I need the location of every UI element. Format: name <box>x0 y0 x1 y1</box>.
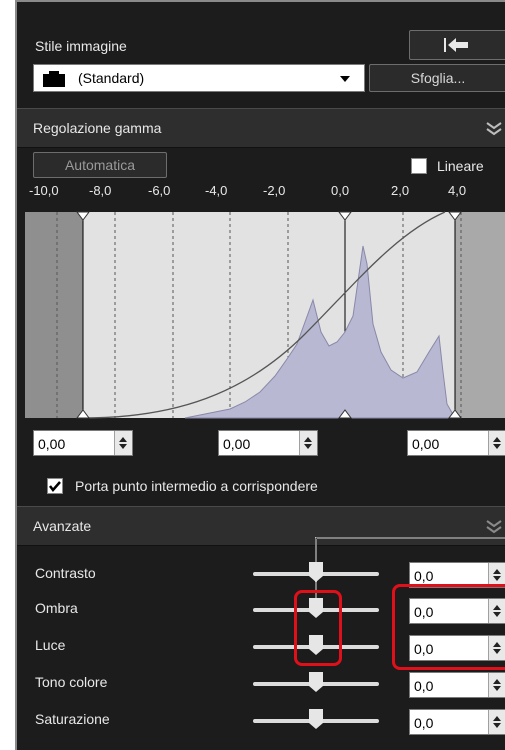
color-tone-slider-thumb[interactable] <box>309 672 323 692</box>
axis-tick: 0,0 <box>331 183 350 198</box>
collapse-chevron-icon[interactable] <box>485 121 503 137</box>
shadow-label: Ombra <box>35 600 78 616</box>
saturation-label: Saturazione <box>35 711 110 727</box>
reset-style-button[interactable] <box>409 30 505 60</box>
style-title: Stile immagine <box>35 38 127 54</box>
contrast-label: Contrasto <box>35 565 96 581</box>
camera-icon <box>43 71 65 87</box>
spin-arrows-icon[interactable] <box>488 673 505 697</box>
spin-arrows-icon[interactable] <box>299 431 317 455</box>
axis-tick: -4,0 <box>205 183 228 198</box>
spin-arrows-icon[interactable] <box>488 431 505 455</box>
browse-button[interactable]: Sfoglia... <box>369 64 505 92</box>
advanced-title: Avanzate <box>33 518 92 534</box>
linear-checkbox[interactable] <box>411 158 427 174</box>
black-point-field[interactable]: 0,00 <box>33 430 133 456</box>
gamma-histogram-chart[interactable] <box>25 204 505 426</box>
auto-button[interactable]: Automatica <box>33 152 167 178</box>
axis-tick: -8,0 <box>89 183 112 198</box>
color-tone-field[interactable]: 0,0 <box>409 672 505 698</box>
picture-style-select[interactable]: (Standard) <box>33 64 365 92</box>
checkmark-icon <box>49 481 61 492</box>
midpoint-label: Porta punto intermedio a corrispondere <box>75 478 318 494</box>
image-settings-panel: Stile immagine (Standard) Sfoglia... Reg… <box>15 0 505 750</box>
highlight-label: Luce <box>35 637 66 653</box>
field-highlight-box <box>392 584 505 670</box>
axis-tick: 4,0 <box>448 183 467 198</box>
color-tone-label: Tono colore <box>35 674 108 690</box>
gamma-title: Regolazione gamma <box>33 120 162 136</box>
saturation-slider-thumb[interactable] <box>309 709 323 729</box>
midpoint-checkbox[interactable] <box>47 478 63 494</box>
axis-tick: -10,0 <box>29 183 59 198</box>
spin-arrows-icon[interactable] <box>488 710 505 734</box>
linear-label: Lineare <box>437 158 484 174</box>
spin-arrows-icon[interactable] <box>114 431 132 455</box>
midpoint-field[interactable]: 0,00 <box>218 430 318 456</box>
thumb-highlight-box <box>294 590 342 666</box>
saturation-field[interactable]: 0,0 <box>409 709 505 735</box>
undo-arrow-icon <box>444 38 468 52</box>
axis-tick: -6,0 <box>148 183 171 198</box>
white-point-field[interactable]: 0,00 <box>407 430 505 456</box>
gamma-section-header[interactable]: Regolazione gamma <box>17 108 505 148</box>
picture-style-value: (Standard) <box>78 70 145 86</box>
axis-tick: -2,0 <box>263 183 286 198</box>
axis-tick: 2,0 <box>391 183 410 198</box>
chevron-down-icon <box>340 76 350 82</box>
contrast-slider-thumb[interactable] <box>309 562 323 582</box>
